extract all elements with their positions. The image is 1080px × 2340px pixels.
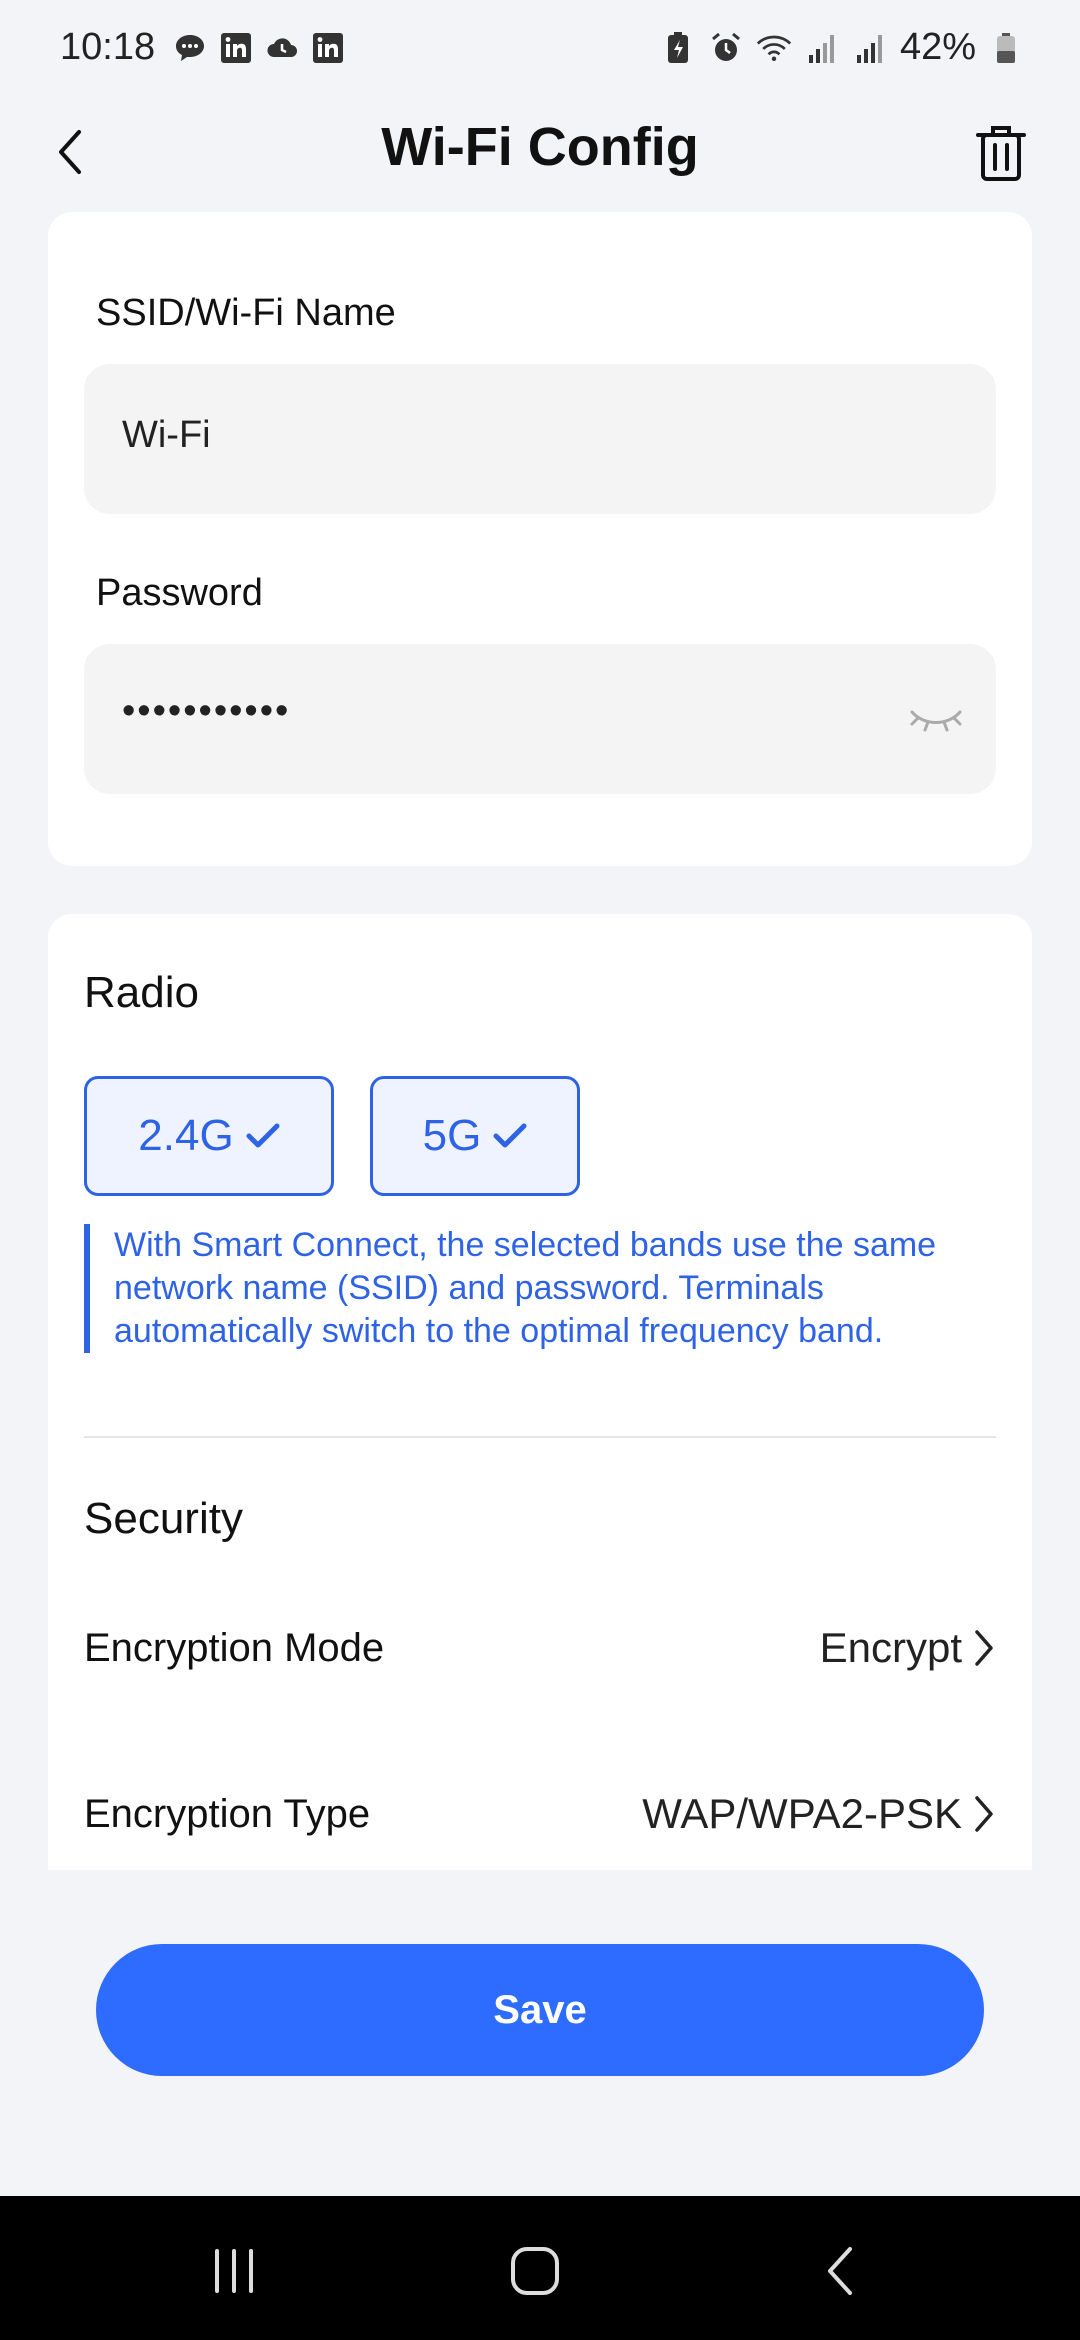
linkedin-icon <box>310 30 346 66</box>
save-button[interactable]: Save <box>96 1944 984 2076</box>
status-time: 10:18 <box>60 26 156 68</box>
band-2-4g-label: 2.4G <box>138 1111 234 1160</box>
system-back-button[interactable] <box>800 2236 880 2306</box>
toggle-password-visibility-button[interactable] <box>906 694 966 744</box>
security-title: Security <box>84 1494 243 1543</box>
battery-saver-icon <box>660 30 696 66</box>
signal-icon <box>804 30 840 66</box>
chevron-right-icon <box>975 1796 993 1832</box>
checkmark-icon <box>246 1123 280 1148</box>
radio-security-card: Radio 2.4G 5G With Smart Connect, the se… <box>48 914 1032 1870</box>
band-2-4g-chip[interactable]: 2.4G <box>84 1076 334 1196</box>
band-5g-label: 5G <box>422 1111 482 1160</box>
encryption-type-label: Encryption Type <box>84 1792 371 1836</box>
radio-title: Radio <box>84 968 199 1017</box>
password-label: Password <box>96 572 263 614</box>
home-icon <box>511 2247 559 2295</box>
encryption-mode-value: Encrypt <box>819 1624 962 1671</box>
system-nav-bar <box>0 2196 1080 2340</box>
app-header: Wi-Fi Config <box>0 100 1080 200</box>
encryption-mode-row[interactable]: Encryption Mode Encrypt <box>84 1598 996 1698</box>
encryption-mode-value-group: Encrypt <box>820 1624 996 1672</box>
battery-percentage: 42% <box>899 26 976 68</box>
recents-button[interactable] <box>194 2236 274 2306</box>
encryption-mode-label: Encryption Mode <box>84 1626 385 1670</box>
back-icon <box>828 2247 852 2295</box>
encryption-type-value: WAP/WPA2-PSK <box>642 1790 962 1837</box>
encryption-type-row[interactable]: Encryption Type WAP/WPA2-PSK <box>84 1764 996 1864</box>
status-bar: 10:18 42% <box>0 0 1080 100</box>
password-value: ••••••••••• <box>122 690 291 732</box>
checkmark-icon <box>493 1123 527 1148</box>
credentials-card: SSID/Wi-Fi Name Wi-Fi Password •••••••••… <box>48 212 1032 866</box>
chevron-right-icon <box>975 1630 993 1666</box>
chat-bubble-icon <box>172 30 208 66</box>
eye-closed-icon <box>910 710 962 732</box>
ssid-value: Wi-Fi <box>122 414 211 456</box>
recents-icon <box>215 2249 253 2293</box>
system-status-icons: 42% <box>660 26 1024 69</box>
smart-connect-note: With Smart Connect, the selected bands u… <box>84 1224 994 1353</box>
section-divider <box>84 1436 996 1438</box>
band-5g-chip[interactable]: 5G <box>370 1076 580 1196</box>
trash-icon <box>976 126 1026 181</box>
wifi-config-screen: 10:18 42% Wi-Fi Config SSID/Wi-Fi Name W… <box>0 0 1080 2340</box>
ssid-input[interactable]: Wi-Fi <box>84 364 996 514</box>
wifi-icon <box>756 30 792 66</box>
encryption-type-value-group: WAP/WPA2-PSK <box>642 1790 996 1838</box>
linkedin-icon <box>218 30 254 66</box>
home-button[interactable] <box>495 2236 575 2306</box>
alarm-icon <box>708 30 744 66</box>
cloud-icon <box>264 30 300 66</box>
password-input[interactable]: ••••••••••• <box>84 644 996 794</box>
notification-icons <box>172 30 346 66</box>
page-title: Wi-Fi Config <box>381 117 699 177</box>
battery-icon <box>988 30 1024 66</box>
delete-button[interactable] <box>966 118 1036 188</box>
ssid-label: SSID/Wi-Fi Name <box>96 292 396 334</box>
signal-icon <box>852 30 888 66</box>
